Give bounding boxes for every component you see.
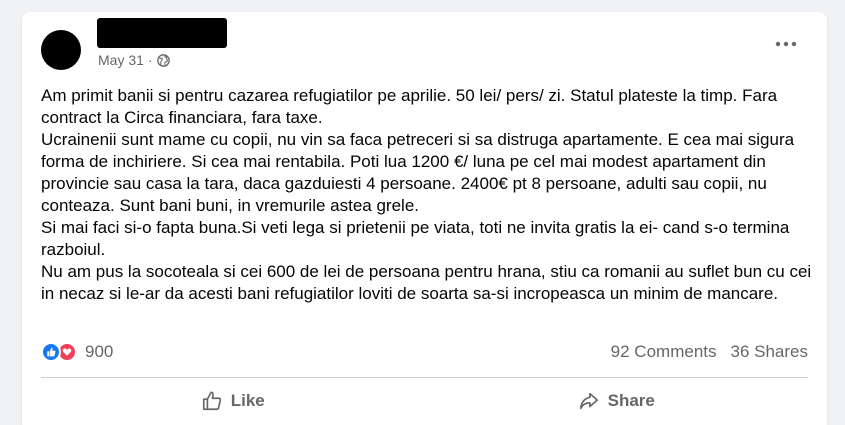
post-stats: 92 Comments 36 Shares <box>611 342 808 362</box>
share-arrow-icon <box>579 392 598 410</box>
like-reaction-icon <box>41 342 61 362</box>
reactions-summary[interactable]: 900 <box>41 341 113 363</box>
meta-separator: · <box>147 52 153 68</box>
post-meta: May 31 · <box>98 52 170 68</box>
reaction-count: 900 <box>85 342 114 361</box>
more-options-icon[interactable] <box>775 40 797 48</box>
share-button[interactable]: Share <box>425 384 809 418</box>
share-button-label: Share <box>607 391 655 410</box>
post-paragraph: Am primit banii si pentru cazarea refugi… <box>41 86 782 127</box>
post-paragraph: Ucrainenii sunt mame cu copii, nu vin sa… <box>41 130 799 215</box>
author-avatar[interactable] <box>41 30 81 70</box>
author-name-redacted[interactable] <box>97 18 227 48</box>
like-button[interactable]: Like <box>41 384 425 418</box>
post-card: May 31 · Am primit banii si pentru cazar… <box>22 12 827 425</box>
shares-count[interactable]: 36 Shares <box>731 342 809 362</box>
comments-count[interactable]: 92 Comments <box>611 342 717 362</box>
thumbs-up-icon <box>202 391 221 411</box>
globe-icon[interactable] <box>156 53 170 67</box>
post-paragraph: Nu am pus la socoteala si cei 600 de lei… <box>41 262 816 303</box>
post-text: Am primit banii si pentru cazarea refugi… <box>41 85 816 305</box>
divider <box>41 377 808 378</box>
action-bar: Like Share <box>41 384 808 418</box>
post-date[interactable]: May 31 <box>98 52 144 68</box>
post-paragraph: Si mai faci si-o fapta buna.Si veti lega… <box>41 218 795 259</box>
like-button-label: Like <box>230 391 265 410</box>
